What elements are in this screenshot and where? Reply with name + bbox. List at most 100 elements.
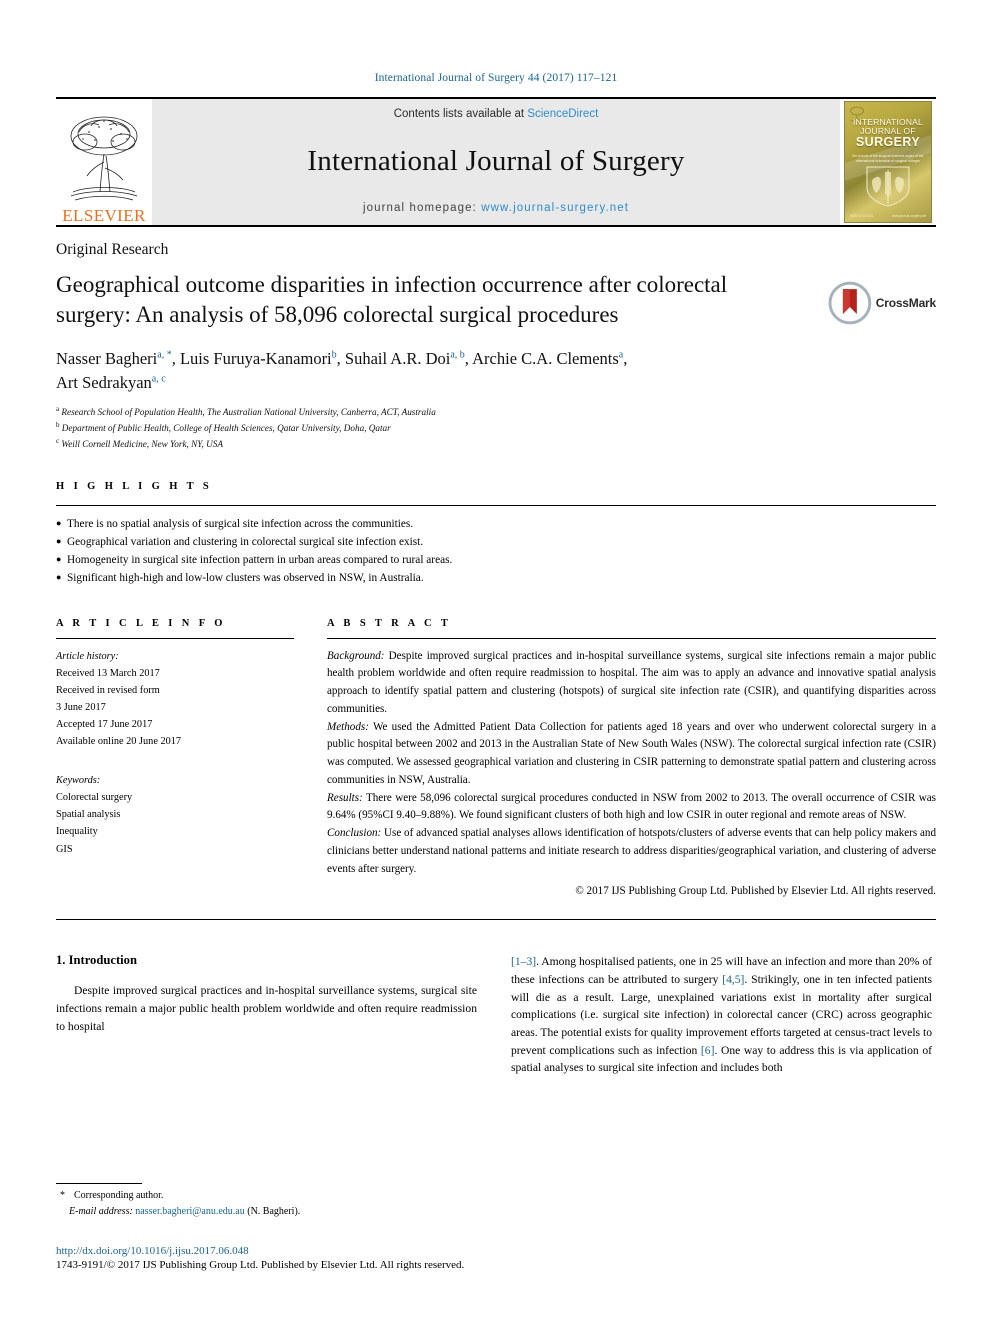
crossmark-icon — [828, 281, 872, 325]
keyword-item: GIS — [56, 843, 73, 855]
citation-link[interactable]: [6] — [701, 1044, 715, 1057]
abstract-text: Use of advanced spatial analyses allows … — [327, 827, 936, 875]
article-history-label: Article history: — [56, 650, 119, 662]
asterisk-icon: * — [60, 1190, 65, 1201]
author-4: , Archie C.A. Clements — [464, 348, 619, 368]
highlights-rule — [56, 504, 936, 506]
abstract-body: Background: Despite improved surgical pr… — [327, 648, 936, 879]
article-type: Original Research — [56, 241, 169, 258]
journal-cover-thumbnail: INTERNATIONAL JOURNAL OF SURGERY the jou… — [840, 99, 936, 225]
article-info-rule — [56, 637, 294, 639]
journal-homepage-line: journal homepage: www.journal-surgery.ne… — [363, 202, 629, 214]
sciencedirect-link[interactable]: ScienceDirect — [527, 108, 598, 120]
cover-footer-left: ISSN 1743-9191 — [850, 214, 874, 218]
section-divider-rule — [56, 919, 936, 921]
highlight-text: Significant high-high and low-low cluste… — [67, 572, 424, 585]
history-line: 3 June 2017 — [56, 701, 106, 713]
author-5: Art Sedrakyan — [56, 372, 152, 392]
contents-line: Contents lists available at ScienceDirec… — [394, 108, 599, 120]
journal-title: International Journal of Surgery — [307, 144, 685, 177]
email-link[interactable]: nasser.bagheri@anu.edu.au — [135, 1206, 244, 1217]
abstract-lead: Results: — [327, 791, 363, 804]
abstract-paragraph: Background: Despite improved surgical pr… — [327, 648, 936, 719]
keywords-list: Keywords: Colorectal surgery Spatial ana… — [56, 772, 294, 857]
keyword-item: Colorectal surgery — [56, 792, 133, 804]
affiliation-item: b Department of Public Health, College o… — [56, 420, 936, 436]
contents-prefix: Contents lists available at — [393, 108, 528, 120]
affiliation-text: Research School of Population Health, Th… — [61, 406, 436, 417]
history-line: Available online 20 June 2017 — [56, 736, 182, 748]
abstract-text: Despite improved surgical practices and … — [327, 649, 936, 715]
bullet-icon: ● — [56, 535, 62, 546]
corresponding-author-text: Corresponding author. — [74, 1190, 164, 1201]
article-info-label: A R T I C L E I N F O — [56, 617, 226, 629]
issn-copyright: 1743-9191/© 2017 IJS Publishing Group Lt… — [56, 1259, 465, 1271]
highlight-text: Homogeneity in surgical site infection p… — [67, 554, 453, 567]
paragraph: [1–3]. Among hospitalised patients, one … — [511, 953, 932, 1076]
abstract-lead: Background: — [327, 649, 385, 662]
keywords-label: Keywords: — [56, 775, 101, 787]
highlight-text: Geographical variation and clustering in… — [67, 535, 424, 548]
citation-link[interactable]: [4,5] — [722, 973, 744, 986]
author-1-affil[interactable]: a, * — [157, 349, 171, 360]
list-item: ● Geographical variation and clustering i… — [56, 533, 936, 551]
affiliation-list: a Research School of Population Health, … — [56, 404, 936, 452]
list-item: ● There is no spatial analysis of surgica… — [56, 515, 936, 533]
affiliation-item: c Weill Cornell Medicine, New York, NY, … — [56, 436, 936, 452]
history-line: Received in revised form — [56, 684, 160, 696]
body-columns: 1. Introduction Despite improved surgica… — [56, 953, 936, 1076]
cover-subtitle: the journal of the surgical sciences org… — [852, 154, 924, 164]
page-footer: http://dx.doi.org/10.1016/j.ijsu.2017.06… — [56, 1245, 756, 1271]
highlights-section: H I G H L I G H T S ● There is no spatial… — [56, 481, 936, 588]
highlight-text: There is no spatial analysis of surgical… — [67, 517, 414, 530]
body-column-left: 1. Introduction Despite improved surgica… — [56, 953, 477, 1076]
cover-title: INTERNATIONAL JOURNAL OF SURGERY — [845, 118, 931, 149]
author-5-affil[interactable]: a, c — [152, 373, 166, 384]
elsevier-logo: ELSEVIER — [56, 99, 152, 225]
corresponding-author-note: * Corresponding author. — [56, 1188, 477, 1204]
crossmark-badge[interactable]: CrossMark — [828, 281, 936, 325]
keywords-block: Keywords: Colorectal surgery Spatial ana… — [56, 772, 294, 857]
crossmark-label: CrossMark — [875, 296, 936, 310]
affiliation-marker: b — [56, 420, 60, 429]
history-line: Accepted 17 June 2017 — [56, 719, 153, 731]
highlights-label: H I G H L I G H T S — [56, 480, 213, 492]
citation-link[interactable]: [1–3] — [511, 955, 536, 968]
coat-of-arms-icon — [866, 166, 910, 207]
author-1: Nasser Bagheri — [56, 348, 158, 368]
history-line: Received 13 March 2017 — [56, 667, 160, 679]
abstract-paragraph: Conclusion: Use of advanced spatial anal… — [327, 825, 936, 878]
section-heading-introduction: 1. Introduction — [56, 953, 137, 968]
body-column-right: [1–3]. Among hospitalised patients, one … — [511, 953, 932, 1076]
abstract-lead: Conclusion: — [327, 827, 382, 840]
author-2: , Luis Furuya-Kanamori — [171, 348, 332, 368]
article-info-column: A R T I C L E I N F O Article history: R… — [56, 618, 316, 898]
cover-footer: ISSN 1743-9191 www.journal-surgery.net — [850, 214, 926, 218]
bullet-icon: ● — [56, 572, 62, 583]
email-note: E-mail address: nasser.bagheri@anu.edu.a… — [56, 1204, 477, 1220]
email-suffix: (N. Bagheri). — [244, 1205, 301, 1217]
journal-masthead: ELSEVIER Contents lists available at Sci… — [56, 97, 936, 227]
article-history: Article history: Received 13 March 2017 … — [56, 648, 294, 750]
elsevier-wordmark: ELSEVIER — [62, 206, 146, 225]
abstract-paragraph: Results: There were 58,096 colorectal su… — [327, 790, 936, 826]
doi-link[interactable]: http://dx.doi.org/10.1016/j.ijsu.2017.06… — [56, 1245, 756, 1257]
elsevier-tree-icon — [70, 116, 138, 201]
highlights-list: ● There is no spatial analysis of surgica… — [56, 515, 936, 588]
author-3-affil[interactable]: a, b — [450, 349, 464, 360]
homepage-url-link[interactable]: www.journal-surgery.net — [481, 202, 629, 214]
cover-art: INTERNATIONAL JOURNAL OF SURGERY the jou… — [844, 101, 932, 223]
bullet-icon: ● — [56, 554, 62, 565]
abstract-copyright: © 2017 IJS Publishing Group Ltd. Publish… — [575, 885, 936, 898]
email-label: E-mail address: — [69, 1205, 133, 1217]
cover-title-line3: SURGERY — [855, 134, 921, 149]
journal-banner: Contents lists available at ScienceDirec… — [152, 99, 840, 225]
affiliation-marker: c — [56, 436, 60, 445]
abstract-rule — [327, 637, 936, 639]
footnote-rule — [56, 1183, 142, 1184]
author-3: , Suhail A.R. Doi — [336, 348, 451, 368]
abstract-label: A B S T R A C T — [327, 617, 452, 629]
list-item: ● Significant high-high and low-low clust… — [56, 569, 936, 587]
bullet-icon: ● — [56, 517, 62, 528]
affiliation-item: a Research School of Population Health, … — [56, 404, 936, 420]
